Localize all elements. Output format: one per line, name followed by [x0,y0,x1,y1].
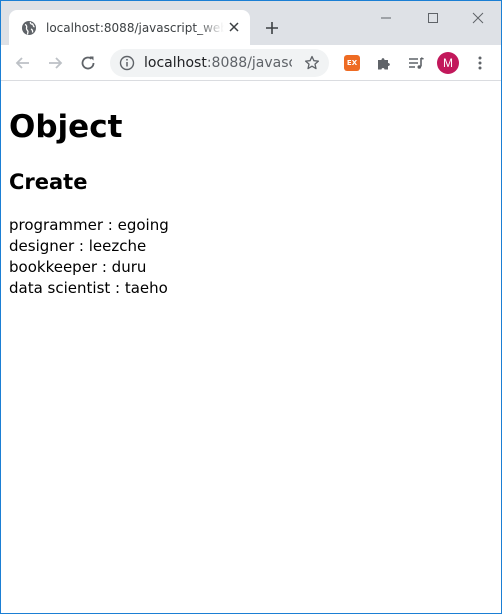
maximize-button[interactable] [422,7,444,29]
page-heading: Object [9,109,123,145]
extension-ex-button[interactable]: EX [344,55,360,71]
list-item: programmer : egoing [9,216,169,234]
page-subheading: Create [9,170,88,194]
close-tab-icon[interactable] [226,19,242,35]
plus-icon [266,22,278,34]
address-bar[interactable]: localhost:8088/javasc... [110,49,329,77]
kebab-menu-icon [478,56,482,70]
url-text[interactable]: localhost:8088/javasc... [144,55,292,71]
reload-icon [81,56,95,70]
minimize-button[interactable] [375,7,397,29]
back-button[interactable] [11,51,35,75]
puzzle-icon [378,58,390,70]
forward-button[interactable] [43,51,67,75]
page-content: Object Create programmer : egoing design… [1,82,501,613]
url-host: localhost [144,55,207,71]
extensions-button[interactable] [372,51,396,75]
menu-button[interactable] [468,51,492,75]
close-icon [472,12,484,24]
browser-toolbar: localhost:8088/javasc... EX M [1,45,501,81]
star-icon[interactable] [303,54,321,72]
playlist-icon [409,57,424,69]
reading-list-button[interactable] [404,51,428,75]
url-path: :8088/javasc... [206,55,292,71]
minimize-icon [381,17,391,19]
active-tab[interactable]: localhost:8088/javascript_web_pr [9,10,250,45]
list-item: bookkeeper : duru [9,258,147,276]
window-close-button[interactable] [467,7,489,29]
list-item: designer : leezche [9,237,147,255]
tab-title: localhost:8088/javascript_web_pr [46,20,224,35]
reload-button[interactable] [76,51,100,75]
new-tab-button[interactable] [261,17,283,39]
profile-avatar[interactable]: M [437,52,459,74]
role-list: programmer : egoing designer : leezche b… [9,215,493,299]
browser-window: localhost:8088/javascript_web_pr [0,0,502,614]
list-item: data scientist : taeho [9,279,168,297]
arrow-left-icon [15,57,29,69]
tab-strip: localhost:8088/javascript_web_pr [1,1,501,45]
maximize-icon [428,13,438,23]
globe-icon [21,20,37,36]
arrow-right-icon [49,57,63,69]
info-icon[interactable] [119,55,135,71]
